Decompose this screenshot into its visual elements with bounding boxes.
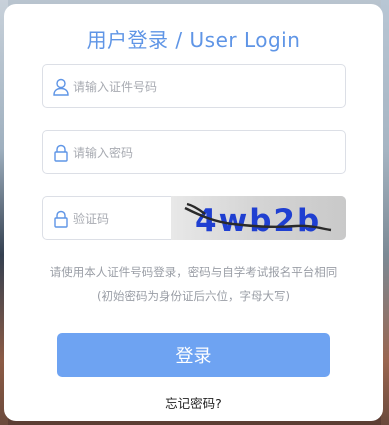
captcha-field[interactable]: 验证码 4wb2b <box>42 196 346 240</box>
id-number-placeholder: 请输入证件号码 <box>73 80 158 94</box>
password-hint: (初始密码为身份证后六位，字母大写) <box>97 289 290 303</box>
login-card: 用户登录 / User Login 请输入证件号码 请输入密码 验证码 4wb2… <box>4 4 383 421</box>
lock-icon <box>54 144 68 162</box>
id-number-field[interactable]: 请输入证件号码 <box>42 64 346 108</box>
password-placeholder: 请输入密码 <box>73 146 134 160</box>
login-button[interactable]: 登录 <box>57 333 330 377</box>
lock-icon <box>54 210 68 228</box>
user-icon <box>53 78 69 96</box>
captcha-placeholder: 验证码 <box>73 212 110 226</box>
password-field[interactable]: 请输入密码 <box>42 130 346 174</box>
login-hint: 请使用本人证件号码登录，密码与自学考试报名平台相同 <box>49 265 338 279</box>
captcha-image[interactable]: 4wb2b <box>171 196 346 240</box>
page-title: 用户登录 / User Login <box>86 28 301 52</box>
forgot-password-link[interactable]: 忘记密码? <box>4 393 383 412</box>
